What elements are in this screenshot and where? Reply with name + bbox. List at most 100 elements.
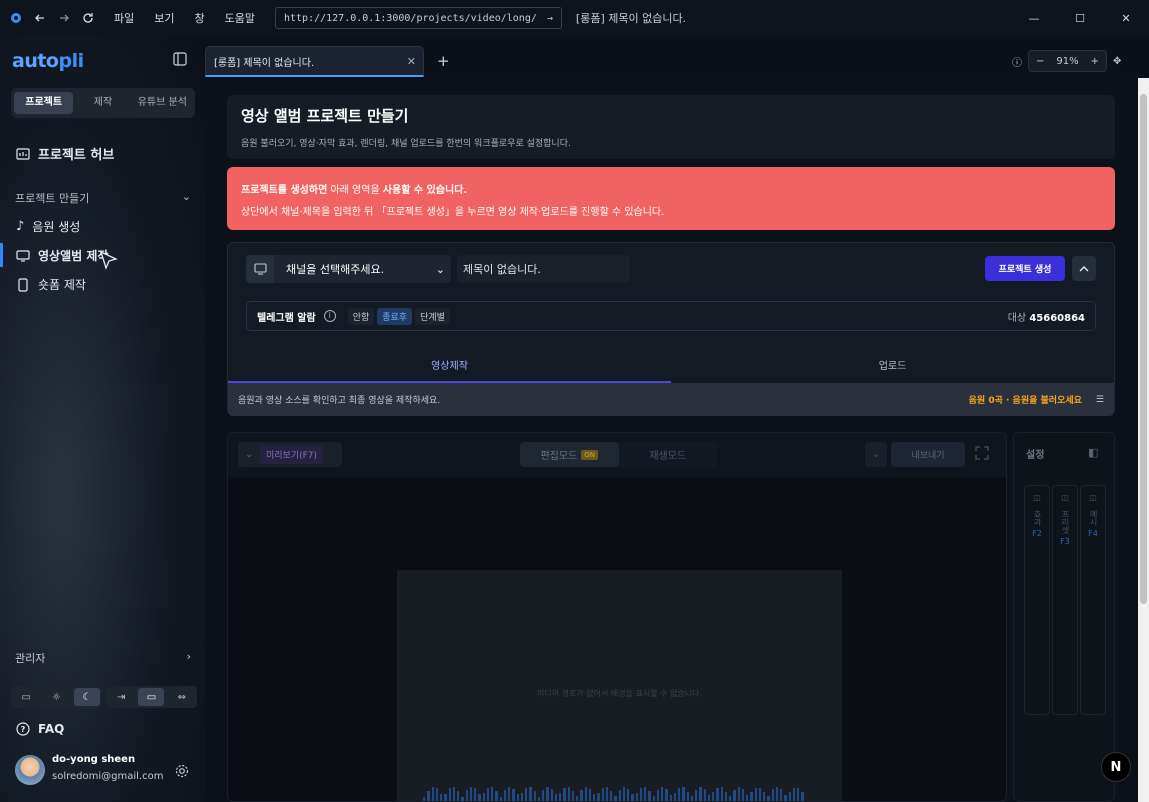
page-header: 영상 앨범 프로젝트 만들기 음원 불러오기, 영상·자막 효과, 렌더링, 채… xyxy=(227,95,1115,159)
channel-select[interactable]: 채널을 선택해주세요. ⌄ xyxy=(246,255,451,283)
reload-icon[interactable] xyxy=(80,10,96,26)
expand-width-icon[interactable]: ⇔ xyxy=(169,688,195,706)
sidebar-item-music[interactable]: ♪ 음원 생성 xyxy=(16,218,80,235)
project-panel: 채널을 선택해주세요. ⌄ 제목이 없습니다. 프로젝트 생성 텔레그램 알람 … xyxy=(227,242,1115,416)
menu-window[interactable]: 창 xyxy=(195,10,205,26)
waveform-bar xyxy=(431,787,434,801)
waveform-bar xyxy=(478,793,481,801)
canvas-message: 미디어 경로가 없어서 배경을 표시할 수 없습니다. xyxy=(537,689,702,698)
waveform-bar xyxy=(669,794,672,801)
go-icon[interactable]: → xyxy=(547,13,553,24)
zoom-control: ⓘ − 91% + ✥ xyxy=(1012,50,1121,72)
export-button[interactable]: 내보내기 xyxy=(891,442,965,467)
scrollbar-thumb[interactable] xyxy=(1140,94,1147,604)
settings-col-presets[interactable]: ◫ 프리셋 F3 xyxy=(1052,485,1078,715)
chevron-up-icon[interactable] xyxy=(1072,256,1096,281)
active-indicator xyxy=(0,243,3,267)
waveform-bar xyxy=(435,788,438,801)
edit-mode-button[interactable]: 편집모드 ON xyxy=(520,442,619,467)
info-icon[interactable]: i xyxy=(323,310,336,322)
minimize-icon[interactable]: — xyxy=(1011,0,1057,36)
segment-youtube[interactable]: 유튜브 분석 xyxy=(133,92,192,114)
segment-create[interactable]: 제작 xyxy=(73,92,132,114)
collapse-width-icon[interactable]: ⇥ xyxy=(108,688,134,706)
title-input[interactable]: 제목이 없습니다. xyxy=(457,255,630,283)
settings-col-examples[interactable]: ◫ 예시 F4 xyxy=(1080,485,1106,715)
url-bar[interactable]: http://127.0.0.1:3000/projects/video/lon… xyxy=(275,7,562,29)
waveform-bar xyxy=(763,791,766,801)
panel-toggle-icon[interactable]: ◧ xyxy=(1088,446,1098,459)
app-logo[interactable]: autopli xyxy=(12,50,84,72)
settings-col-effects[interactable]: ◫ 효과 F2 xyxy=(1024,485,1050,715)
tab-upload[interactable]: 업로드 xyxy=(671,353,1114,383)
back-icon[interactable] xyxy=(32,10,48,26)
zoom-out-icon[interactable]: − xyxy=(1036,56,1044,67)
waveform-bar xyxy=(571,791,574,801)
sidebar-item-album[interactable]: 영상앨범 제작 xyxy=(16,247,108,264)
alarm-option-none[interactable]: 안함 xyxy=(347,307,375,325)
waveform-bar xyxy=(610,791,613,801)
settings-title: 설정 xyxy=(1026,450,1045,461)
maximize-icon[interactable]: ☐ xyxy=(1057,0,1103,36)
sidebar-item-shorts[interactable]: 숏폼 제작 xyxy=(16,276,86,293)
export-group: ⌄ 내보내기 xyxy=(865,442,965,467)
moon-icon[interactable]: ☾ xyxy=(73,688,100,706)
waveform-bar xyxy=(546,787,549,801)
hint-bar: 음원과 영상 소스를 확인하고 최종 영상을 제작하세요. 음원 0곡 · 음원… xyxy=(228,383,1114,416)
list-icon[interactable]: ☰ xyxy=(1096,395,1104,405)
sidebar-item-hub[interactable]: 프로젝트 허브 xyxy=(16,144,114,163)
user-profile[interactable]: do-yong sheen solredomi@gmail.com xyxy=(15,754,195,788)
user-name: do-yong sheen xyxy=(52,754,136,765)
waveform-bar xyxy=(699,787,702,801)
waveform-bar xyxy=(682,787,685,801)
forward-icon[interactable] xyxy=(56,10,72,26)
tab-video-production[interactable]: 영상제작 xyxy=(228,353,671,383)
audio-waveform xyxy=(423,784,804,801)
main-content: 영상 앨범 프로젝트 만들기 음원 불러오기, 영상·자막 효과, 렌더링, 채… xyxy=(205,78,1135,802)
monitor-theme-icon[interactable]: ▭ xyxy=(13,688,39,706)
menu-file[interactable]: 파일 xyxy=(114,10,134,26)
alarm-option-after[interactable]: 종료후 xyxy=(377,307,413,325)
play-mode-button[interactable]: 재생모드 xyxy=(619,442,718,467)
video-canvas[interactable]: 미디어 경로가 없어서 배경을 표시할 수 없습니다. xyxy=(397,570,842,801)
normal-width-icon[interactable]: ▭ xyxy=(138,688,165,706)
alarm-option-steps[interactable]: 단계별 xyxy=(415,307,450,325)
help-circle-icon[interactable]: ⓘ xyxy=(1012,54,1022,69)
chevron-down-icon[interactable]: ⌄ xyxy=(865,442,887,467)
zoom-level: 91% xyxy=(1056,55,1079,67)
sidebar-toggle-icon[interactable] xyxy=(173,51,189,67)
waveform-bar xyxy=(550,788,553,801)
close-window-icon[interactable]: ✕ xyxy=(1103,0,1149,36)
nextjs-badge-icon[interactable]: N xyxy=(1101,752,1131,782)
section-create-project[interactable]: 프로젝트 만들기 ⌄ xyxy=(15,190,191,206)
tab-longform[interactable]: [롱폼] 제목이 없습니다. ✕ xyxy=(205,46,424,77)
app-icon xyxy=(8,10,24,26)
new-tab-icon[interactable]: + xyxy=(437,52,450,70)
page-scrollbar[interactable] xyxy=(1138,78,1149,802)
waveform-bar xyxy=(495,790,498,801)
section-label: 프로젝트 만들기 xyxy=(15,192,90,205)
zoom-in-icon[interactable]: + xyxy=(1091,56,1099,67)
svg-text:?: ? xyxy=(21,725,26,734)
sidebar-item-label: 음원 생성 xyxy=(32,220,81,234)
sidebar-item-admin[interactable]: 관리자 › xyxy=(15,650,191,666)
waveform-bar xyxy=(614,796,617,801)
create-project-button[interactable]: 프로젝트 생성 xyxy=(985,256,1065,281)
sun-icon[interactable]: ☼ xyxy=(43,688,69,706)
waveform-bar xyxy=(754,787,757,801)
waveform-bar xyxy=(690,795,693,801)
fullscreen-icon[interactable] xyxy=(975,445,989,464)
preview-button[interactable]: ⌄ 미리보기(F7) xyxy=(238,442,342,467)
url-text: http://127.0.0.1:3000/projects/video/lon… xyxy=(284,12,537,24)
gear-icon[interactable] xyxy=(175,763,189,782)
segment-project[interactable]: 프로젝트 xyxy=(14,92,74,114)
settings-col-key: F3 xyxy=(1060,537,1070,546)
menu-help[interactable]: 도움말 xyxy=(225,10,255,26)
edit-mode-label: 편집모드 xyxy=(540,451,578,462)
faq-link[interactable]: ? FAQ xyxy=(16,722,64,736)
waveform-bar xyxy=(588,788,591,801)
menu-view[interactable]: 보기 xyxy=(154,10,174,26)
close-tab-icon[interactable]: ✕ xyxy=(407,55,416,68)
move-icon[interactable]: ✥ xyxy=(1113,56,1121,67)
music-note-icon: ♪ xyxy=(16,219,25,234)
